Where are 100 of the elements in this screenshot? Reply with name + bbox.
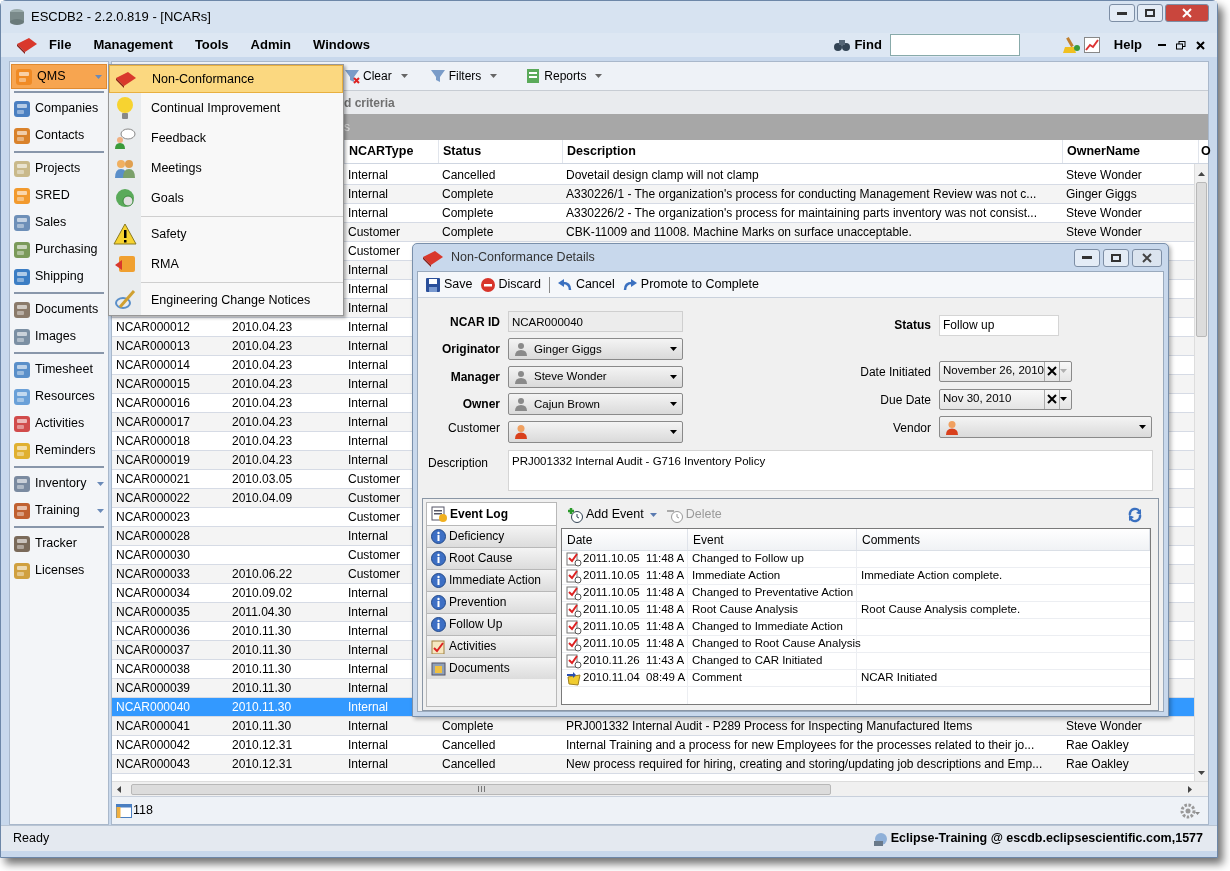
toolbar-button[interactable]: Filters	[429, 67, 498, 85]
sidebar-item[interactable]: SRED	[10, 182, 108, 209]
menu-item[interactable]: Admin	[250, 35, 292, 55]
table-cell: Customer	[348, 491, 400, 505]
scroll-thumb[interactable]	[131, 783, 831, 795]
tab[interactable]: Follow Up	[427, 612, 556, 635]
toolbar-button[interactable]: Clear	[344, 67, 408, 85]
sidebar-item[interactable]: Images	[10, 323, 108, 350]
table-cell: NCAR000016	[116, 396, 191, 410]
close-icon	[1182, 8, 1192, 18]
toolbar-button[interactable]: Save	[426, 275, 473, 294]
column-header[interactable]: Event	[688, 529, 857, 550]
date-field[interactable]: November 26, 2010	[939, 360, 1072, 382]
text-field[interactable]: Follow up	[939, 314, 1059, 336]
column-header[interactable]: OwnerName	[1062, 140, 1198, 163]
menu-item[interactable]: Management	[93, 35, 173, 55]
menu-item[interactable]: Engineering Change Notices	[109, 285, 343, 315]
maximize-button[interactable]	[1103, 248, 1129, 267]
add-event-button[interactable]: Add Event	[567, 505, 657, 525]
menu-item[interactable]: Windows	[313, 35, 370, 55]
column-header[interactable]: Comments	[857, 529, 1150, 550]
clipboard-check-icon	[566, 636, 582, 652]
combo-box[interactable]	[508, 420, 683, 443]
text-field[interactable]: NCAR000040	[508, 311, 683, 333]
module-icon	[13, 126, 31, 145]
tab[interactable]: Immediate Action	[427, 568, 556, 591]
sidebar-item[interactable]: Inventory	[10, 470, 108, 497]
menu-item[interactable]: Feedback	[109, 123, 343, 153]
table-cell-text: Changed to Follow up	[692, 551, 804, 567]
vertical-scrollbar[interactable]	[1194, 164, 1208, 781]
search-field[interactable]	[889, 34, 1020, 56]
tab[interactable]: Event Log	[427, 502, 556, 525]
scroll-down-icon	[1198, 771, 1205, 775]
close-button[interactable]	[1132, 248, 1162, 267]
date-field[interactable]: Nov 30, 2010	[939, 388, 1072, 410]
sidebar-item[interactable]: Shipping	[10, 263, 108, 290]
maximize-button[interactable]	[1137, 4, 1163, 22]
grip-icon	[477, 786, 485, 792]
scroll-thumb[interactable]	[1196, 182, 1207, 337]
sidebar-item[interactable]: Activities	[10, 410, 108, 437]
combo-box[interactable]: Cajun Brown	[508, 393, 683, 416]
horizontal-scrollbar[interactable]	[112, 781, 1208, 796]
close-button[interactable]	[1165, 4, 1209, 22]
tab[interactable]: Documents	[427, 656, 556, 679]
sidebar-item[interactable]: Contacts	[10, 122, 108, 149]
combo-box[interactable]	[939, 416, 1152, 438]
sidebar-item[interactable]: Training	[10, 497, 108, 524]
sidebar-item[interactable]: Purchasing	[10, 236, 108, 263]
dialog-title: Non-Conformance Details	[451, 249, 595, 267]
help-menu[interactable]: Help	[1113, 35, 1142, 55]
no-entry-icon	[480, 277, 495, 292]
toolbar-button[interactable]: Promote to Complete	[622, 275, 759, 294]
minimize-button[interactable]	[1074, 248, 1100, 267]
sidebar-item[interactable]: Companies	[10, 95, 108, 122]
tab[interactable]: Prevention	[427, 590, 556, 613]
description-field[interactable]: PRJ001332 Internal Audit - G716 Inventory Policy	[508, 449, 1153, 491]
sidebar-item[interactable]: Licenses	[10, 557, 108, 584]
table-cell: 2010.11.30	[232, 719, 292, 733]
table-cell: Steve Wonder	[1066, 168, 1142, 182]
column-header[interactable]: Status	[438, 140, 562, 163]
tab[interactable]: Deficiency	[427, 524, 556, 547]
person-icon	[514, 369, 528, 384]
toolbar-button[interactable]: Discard	[480, 275, 541, 294]
scroll-left-icon	[117, 785, 121, 793]
combo-box[interactable]: Steve Wonder	[508, 365, 683, 388]
sidebar-item[interactable]: Timesheet	[10, 356, 108, 383]
table-cell: 2010.04.23	[232, 396, 293, 410]
sidebar-item[interactable]: Sales	[10, 209, 108, 236]
menu-item[interactable]: RMA	[109, 249, 343, 279]
tab[interactable]: Root Cause	[427, 546, 556, 569]
toolbar-button[interactable]: Cancel	[557, 275, 615, 294]
menu-item[interactable]: Non-Conformance	[109, 65, 343, 93]
table-cell: Complete	[442, 719, 494, 733]
find-button[interactable]: Find	[834, 35, 882, 55]
sidebar-item[interactable]: Documents	[10, 296, 108, 323]
menu-item[interactable]: File	[49, 35, 72, 55]
tab[interactable]: Activities	[427, 634, 556, 657]
minimize-button[interactable]	[1109, 4, 1135, 22]
column-header[interactable]: O	[1198, 140, 1211, 163]
column-header[interactable]: Description	[562, 140, 1062, 163]
sidebar-item[interactable]: Projects	[10, 155, 108, 182]
sidebar-item[interactable]: Resources	[10, 383, 108, 410]
menu-item[interactable]: Continual Improvement	[109, 93, 343, 123]
person-icon	[945, 419, 959, 435]
field-label: Status	[894, 317, 931, 334]
sidebar-item[interactable]: Tracker	[10, 530, 108, 557]
menu-item[interactable]: Tools	[194, 35, 229, 55]
table-row[interactable]: NCAR000043 2010.12.31 Internal Cancelled New process required for hiring, creating and storing/updating job descriptions and Emp... Rae Oakley	[112, 755, 1195, 774]
sidebar-item[interactable]: Reminders	[10, 437, 108, 464]
table-cell: Complete	[442, 187, 494, 201]
toolbar-button[interactable]: Reports	[525, 67, 603, 85]
close-icon	[1196, 40, 1205, 50]
table-cell: 2010.04.23	[232, 434, 293, 448]
column-header[interactable]: Date	[562, 529, 688, 550]
module-icon	[13, 441, 31, 460]
table-row[interactable]: NCAR000041 2010.11.30 Internal Complete PRJ001332 Internal Audit - P289 Process for Inspecting Manufactured Items Steve Wonder	[112, 717, 1195, 736]
sidebar-item[interactable]: QMS	[11, 64, 107, 89]
clipboard-check-icon	[566, 568, 582, 584]
combo-box[interactable]: Ginger Giggs	[508, 338, 683, 361]
caret-icon	[400, 74, 408, 78]
